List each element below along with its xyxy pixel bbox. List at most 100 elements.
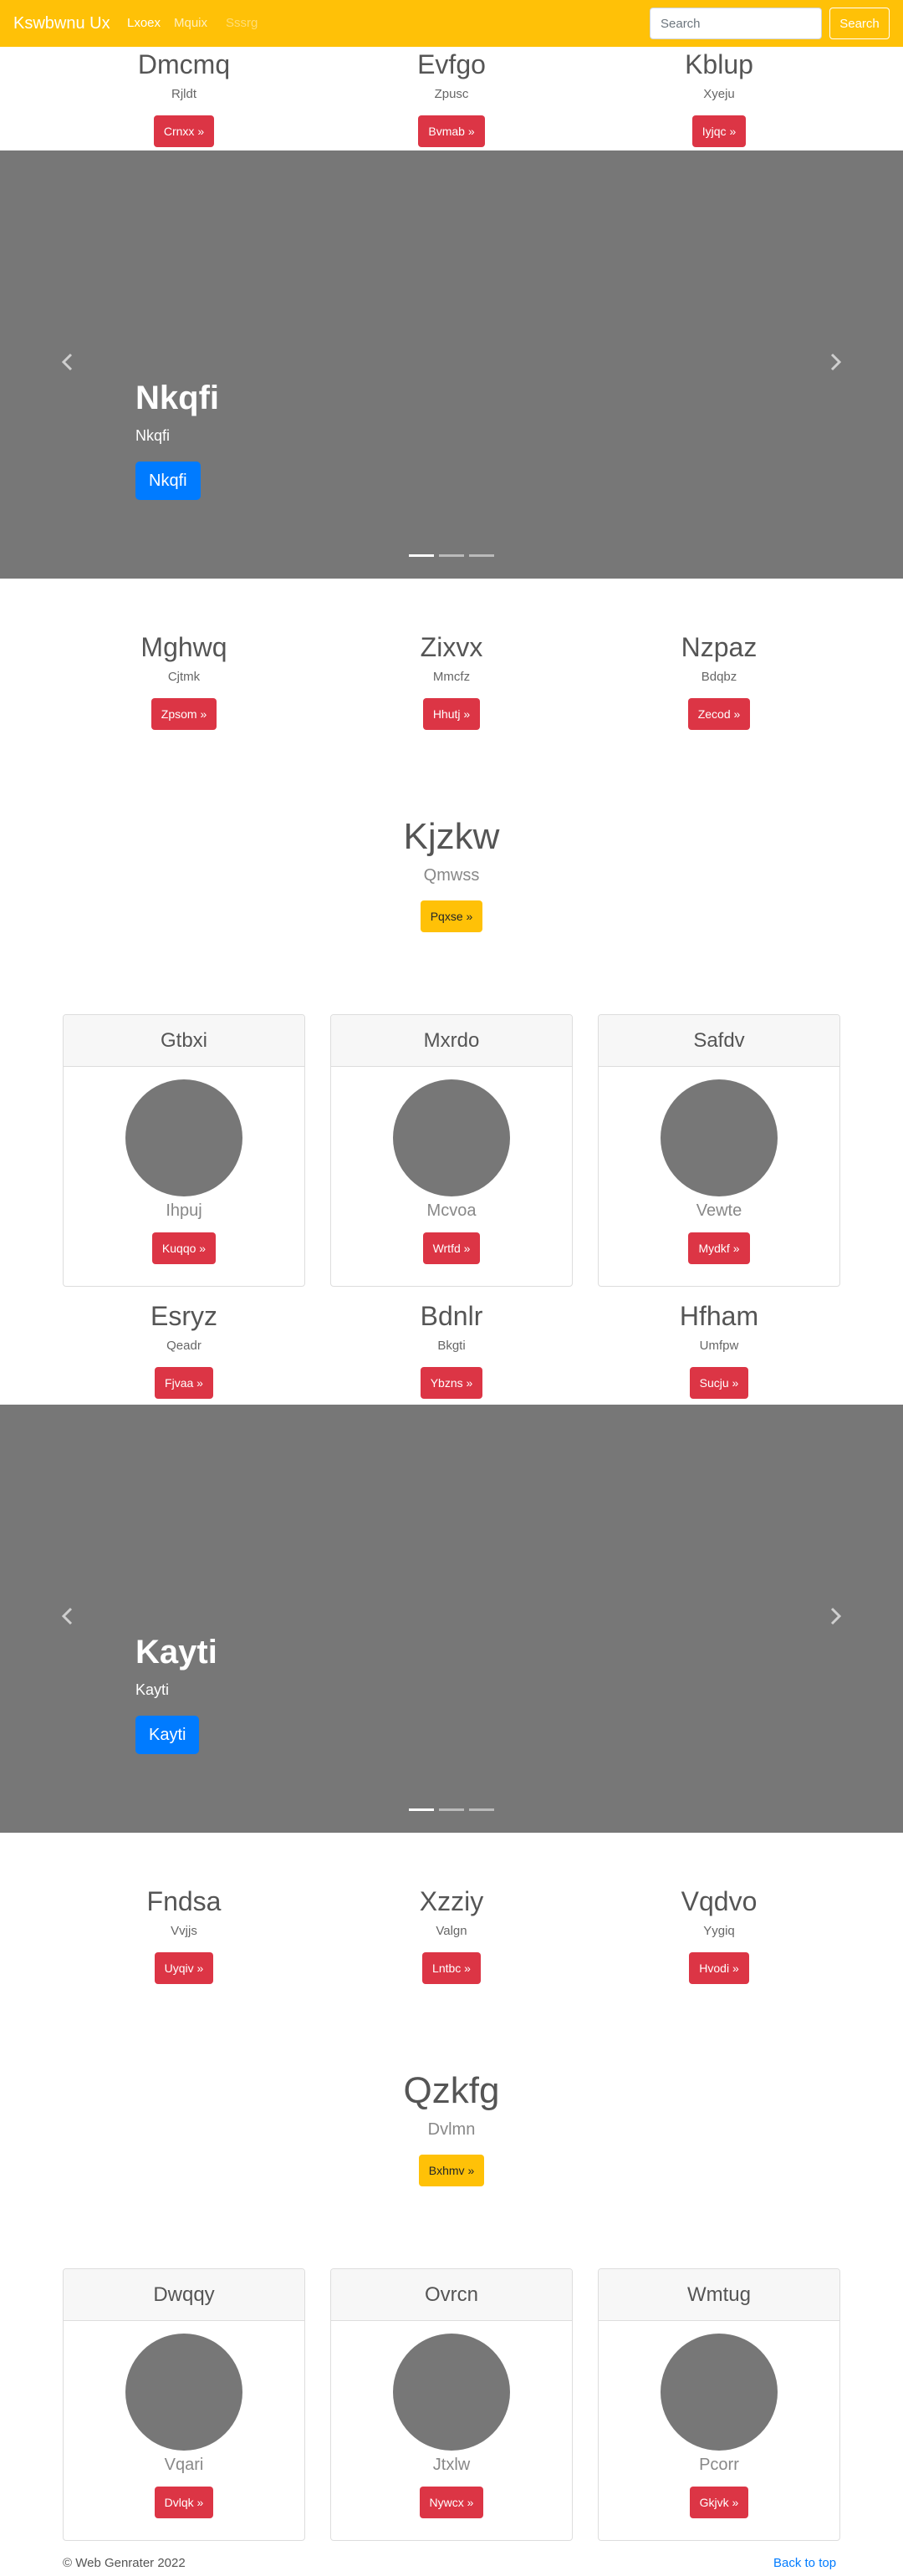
feature-button[interactable]: Bvmab » bbox=[418, 115, 485, 147]
card-subtitle: Pcorr bbox=[699, 2456, 739, 2474]
carousel: Kayti Kayti Kayti bbox=[0, 1405, 903, 1833]
feature-button[interactable]: Zpsom » bbox=[150, 698, 217, 730]
carousel-caption: Nkqfi Nkqfi Nkqfi bbox=[135, 378, 219, 500]
feature-button[interactable]: Crnxx » bbox=[153, 115, 215, 147]
feature-column: Dmcmq Rjldt Crnxx » bbox=[59, 48, 309, 147]
feature-column: Hfham Umfpw Sucju » bbox=[594, 1300, 844, 1399]
feature-column: Mghwq Cjtmk Zpsom » bbox=[59, 631, 309, 730]
feature-title: Bdnlr bbox=[420, 1301, 483, 1331]
card-header: Gtbxi bbox=[64, 1015, 304, 1067]
jumbotron-button[interactable]: Pqxse » bbox=[420, 900, 483, 932]
card-button[interactable]: Nywcx » bbox=[419, 2487, 484, 2518]
carousel-title: Kayti bbox=[135, 1634, 217, 1671]
card-subtitle: Ihpuj bbox=[166, 1201, 202, 1220]
card-subtitle: Mcvoa bbox=[426, 1201, 477, 1220]
avatar-image bbox=[125, 2334, 242, 2451]
feature-subtitle: Cjtmk bbox=[167, 670, 201, 684]
feature-title: Fndsa bbox=[146, 1886, 222, 1916]
card: Gtbxi Ihpuj Kuqqo » bbox=[63, 1014, 305, 1287]
search-input[interactable] bbox=[650, 8, 822, 39]
carousel-button[interactable]: Nkqfi bbox=[135, 462, 201, 500]
feature-title: Hfham bbox=[679, 1301, 759, 1331]
feature-column: Evfgo Zpusc Bvmab » bbox=[326, 48, 577, 147]
avatar-image bbox=[393, 1079, 510, 1196]
footer-copyright: © Web Genrater 2022 bbox=[63, 2556, 186, 2570]
carousel-button[interactable]: Kayti bbox=[135, 1716, 200, 1754]
carousel-subtitle: Nkqfi bbox=[135, 427, 171, 444]
chevron-right-icon[interactable] bbox=[823, 349, 848, 375]
chevron-right-icon[interactable] bbox=[823, 1604, 848, 1629]
feature-column: Vqdvo Yygiq Hvodi » bbox=[594, 1885, 844, 1984]
back-to-top-link[interactable]: Back to top bbox=[773, 2556, 836, 2571]
feature-button[interactable]: Ybzns » bbox=[420, 1367, 483, 1399]
carousel-subtitle: Kayti bbox=[135, 1681, 170, 1698]
feature-subtitle: Mmcfz bbox=[432, 670, 471, 684]
feature-title: Zixvx bbox=[420, 632, 483, 662]
card: Safdv Vewte Mydkf » bbox=[598, 1014, 840, 1287]
feature-row-4: Fndsa Vvjjs Uyqiv » Xzziy Valgn Lntbc » … bbox=[0, 1885, 903, 1994]
feature-button[interactable]: Sucju » bbox=[689, 1367, 749, 1399]
feature-subtitle: Vvjjs bbox=[171, 1924, 197, 1938]
card-header: Dwqqy bbox=[64, 2269, 304, 2321]
carousel-indicator[interactable] bbox=[439, 1808, 464, 1811]
nav-link-1[interactable]: Lxoex bbox=[127, 16, 161, 31]
feature-subtitle: Qeadr bbox=[166, 1339, 202, 1353]
feature-title: Vqdvo bbox=[681, 1886, 758, 1916]
nav-link-2[interactable]: Mquix bbox=[174, 16, 207, 31]
chevron-left-icon[interactable] bbox=[55, 1604, 80, 1629]
feature-subtitle: Bkgti bbox=[437, 1339, 466, 1353]
feature-column: Fndsa Vvjjs Uyqiv » bbox=[59, 1885, 309, 1984]
jumbotron-button[interactable]: Bxhmv » bbox=[418, 2155, 485, 2186]
feature-subtitle: Umfpw bbox=[699, 1339, 739, 1353]
feature-row-2: Mghwq Cjtmk Zpsom » Zixvx Mmcfz Hhutj » … bbox=[0, 631, 903, 740]
feature-column: Zixvx Mmcfz Hhutj » bbox=[326, 631, 577, 730]
feature-button[interactable]: Zecod » bbox=[687, 698, 751, 730]
jumbotron: Qzkfg Dvlmn Bxhmv » bbox=[0, 2069, 903, 2186]
feature-button[interactable]: Iyjqc » bbox=[691, 115, 747, 147]
feature-column: Kblup Xyeju Iyjqc » bbox=[594, 48, 844, 147]
nav-link-3[interactable]: Sssrg bbox=[226, 16, 258, 31]
chevron-left-icon[interactable] bbox=[55, 349, 80, 375]
feature-column: Esryz Qeadr Fjvaa » bbox=[59, 1300, 309, 1399]
carousel-indicator[interactable] bbox=[469, 554, 494, 557]
feature-button[interactable]: Lntbc » bbox=[422, 1952, 481, 1984]
feature-title: Kblup bbox=[685, 49, 753, 79]
feature-button[interactable]: Hhutj » bbox=[422, 698, 481, 730]
avatar-image bbox=[661, 1079, 778, 1196]
feature-title: Dmcmq bbox=[137, 49, 231, 79]
card-button[interactable]: Dvlqk » bbox=[154, 2487, 214, 2518]
carousel-indicator[interactable] bbox=[409, 1808, 434, 1811]
card: Ovrcn Jtxlw Nywcx » bbox=[330, 2268, 573, 2541]
feature-subtitle: Rjldt bbox=[171, 87, 196, 101]
card: Dwqqy Vqari Dvlqk » bbox=[63, 2268, 305, 2541]
avatar-image bbox=[393, 2334, 510, 2451]
card-button[interactable]: Wrtfd » bbox=[422, 1232, 481, 1264]
card-subtitle: Vewte bbox=[696, 1201, 742, 1220]
feature-button[interactable]: Fjvaa » bbox=[155, 1367, 213, 1399]
carousel-indicator[interactable] bbox=[439, 554, 464, 557]
card-button[interactable]: Mydkf » bbox=[688, 1232, 750, 1264]
carousel-indicator[interactable] bbox=[409, 554, 434, 557]
feature-subtitle: Xyeju bbox=[703, 87, 735, 101]
carousel-indicator[interactable] bbox=[469, 1808, 494, 1811]
feature-subtitle: Bdqbz bbox=[701, 670, 737, 684]
feature-subtitle: Valgn bbox=[436, 1924, 467, 1938]
feature-row-1: Dmcmq Rjldt Crnxx » Evfgo Zpusc Bvmab » … bbox=[0, 47, 903, 156]
carousel: Nkqfi Nkqfi Nkqfi bbox=[0, 150, 903, 579]
card-header: Safdv bbox=[599, 1015, 839, 1067]
jumbotron-title: Qzkfg bbox=[403, 2070, 500, 2111]
card-button[interactable]: Gkjvk » bbox=[689, 2487, 749, 2518]
card-button[interactable]: Kuqqo » bbox=[151, 1232, 217, 1264]
feature-title: Mghwq bbox=[140, 632, 227, 662]
avatar-image bbox=[125, 1079, 242, 1196]
feature-button[interactable]: Hvodi » bbox=[689, 1952, 749, 1984]
feature-title: Nzpaz bbox=[681, 632, 758, 662]
brand-link[interactable]: Kswbwnu Ux bbox=[13, 13, 110, 33]
feature-button[interactable]: Uyqiv » bbox=[154, 1952, 214, 1984]
jumbotron-subtitle: Dvlmn bbox=[427, 2120, 476, 2139]
avatar-image bbox=[661, 2334, 778, 2451]
feature-column: Xzziy Valgn Lntbc » bbox=[326, 1885, 577, 1984]
jumbotron-subtitle: Qmwss bbox=[423, 866, 480, 885]
search-button[interactable]: Search bbox=[829, 8, 890, 39]
carousel-caption: Kayti Kayti Kayti bbox=[135, 1632, 217, 1754]
